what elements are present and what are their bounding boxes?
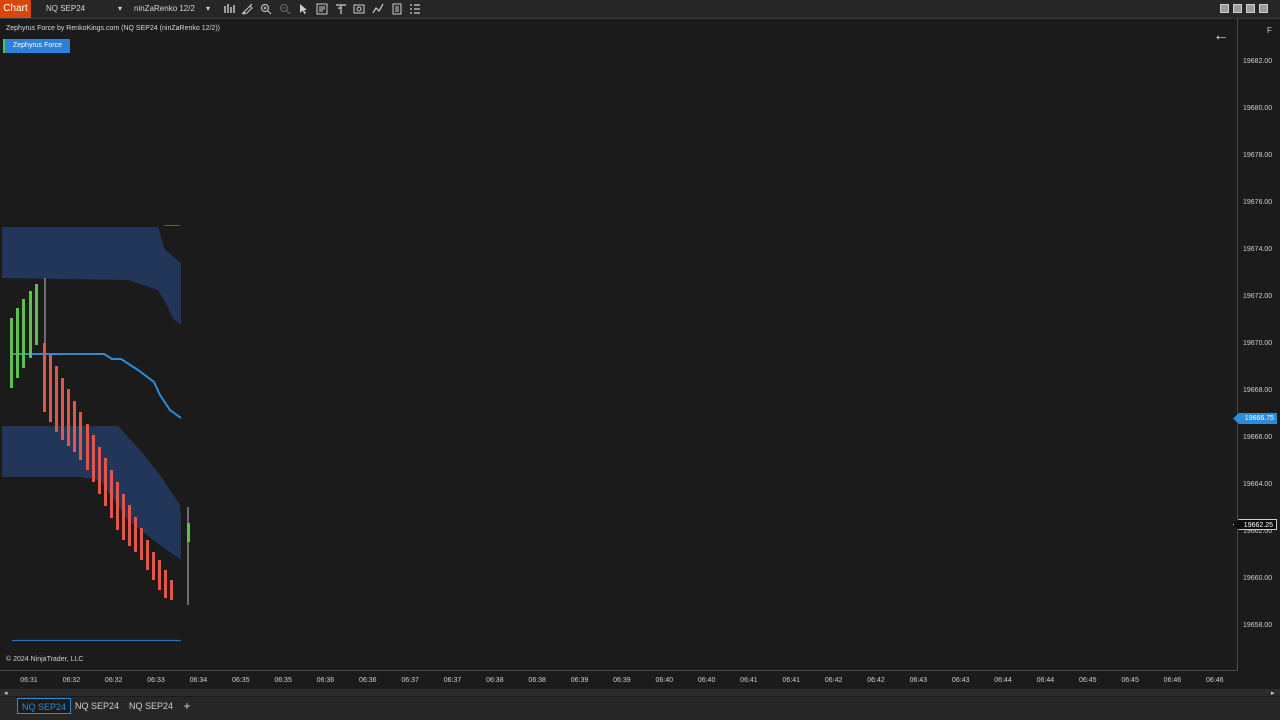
tab-nq-sep24[interactable]: NQ SEP24 — [125, 698, 177, 714]
down-bar — [128, 505, 131, 546]
down-bar — [134, 517, 137, 552]
down-bar — [110, 470, 113, 518]
price-tick-label: 19670.00 — [1243, 340, 1273, 347]
down-bar — [61, 378, 64, 440]
up-bar — [16, 308, 19, 378]
down-bar — [122, 494, 125, 540]
price-tick-label: 19682.00 — [1243, 58, 1273, 65]
up-bar — [187, 523, 190, 542]
copyright-text: © 2024 NinjaTrader, LLC — [6, 656, 84, 663]
down-bar — [158, 560, 161, 590]
time-tick-label: 06:32 — [62, 677, 81, 684]
price-tick-label: 19660.00 — [1243, 575, 1273, 582]
time-tick-label: 06:45 — [1121, 677, 1139, 684]
time-tick-label: 06:46 — [1163, 677, 1182, 684]
up-bar — [35, 284, 38, 345]
price-tick-label: 19680.00 — [1243, 105, 1273, 112]
time-tick-label: 06:43 — [909, 677, 928, 684]
scroll-left-icon[interactable]: ◂ — [4, 689, 8, 697]
f-label[interactable]: F — [1267, 26, 1272, 35]
close-icon[interactable] — [1259, 4, 1268, 13]
down-bar — [92, 435, 95, 482]
down-bar — [73, 401, 76, 452]
time-tick-label: 06:37 — [443, 677, 462, 684]
up-bar — [29, 291, 32, 358]
price-tick-label: 19658.00 — [1243, 622, 1273, 629]
price-tick-label: 19676.00 — [1243, 199, 1273, 206]
current-price-marker: 19666.75 — [1233, 413, 1277, 424]
down-bar — [140, 528, 143, 560]
upper-cloud — [2, 227, 181, 324]
price-tick-label: 19664.00 — [1243, 481, 1273, 488]
time-tick-label: 06:46 — [1206, 677, 1224, 684]
time-tick-label: 06:43 — [951, 677, 970, 684]
time-tick-label: 06:35 — [231, 677, 250, 684]
midline — [12, 353, 182, 419]
time-tick-label: 06:34 — [189, 677, 208, 684]
price-tick-label: 19668.00 — [1243, 387, 1273, 394]
down-bar — [116, 482, 119, 530]
up-bar — [22, 299, 25, 368]
down-bar — [170, 580, 173, 600]
time-tick-label: 06:31 — [20, 677, 38, 684]
tab-nq-sep24[interactable]: NQ SEP24 — [17, 698, 72, 714]
lower-cloud — [2, 426, 181, 560]
down-bar — [49, 355, 52, 422]
price-tick-label: 19678.00 — [1243, 152, 1273, 159]
time-tick-label: 06:44 — [1036, 677, 1055, 684]
time-tick-label: 06:38 — [528, 677, 546, 684]
time-tick-label: 06:36 — [359, 677, 377, 684]
price-plot[interactable] — [0, 0, 1238, 670]
time-tick-label: 06:42 — [824, 677, 843, 684]
horizontal-scrollbar[interactable] — [0, 689, 1280, 696]
up-bar — [10, 318, 13, 388]
price-tick-label: 19674.00 — [1243, 246, 1273, 253]
scroll-right-icon[interactable]: ▸ — [1271, 689, 1275, 697]
time-tick-label: 06:45 — [1078, 677, 1097, 684]
chart-header: Zephyrus Force by RenkoKings.com (NQ SEP… — [6, 25, 220, 32]
time-tick-label: 06:39 — [613, 677, 631, 684]
indicator-badge[interactable]: Zephyrus Force — [5, 39, 70, 53]
down-bar — [55, 366, 58, 432]
time-tick-label: 06:33 — [147, 677, 165, 684]
time-tick-label: 06:44 — [994, 677, 1012, 684]
time-tick-label: 06:37 — [401, 677, 419, 684]
price-tick-label: 19666.00 — [1243, 434, 1273, 441]
time-tick-label: 06:40 — [655, 677, 674, 684]
time-tick-label: 06:36 — [316, 677, 335, 684]
last-price-marker: 19662.25 — [1233, 519, 1277, 530]
time-tick-label: 06:41 — [740, 677, 758, 684]
down-bar — [146, 540, 149, 570]
price-tick-label: 19672.00 — [1243, 293, 1273, 300]
time-tick-label: 06:41 — [782, 677, 801, 684]
time-tick-label: 06:32 — [104, 677, 123, 684]
time-tick-label: 06:35 — [274, 677, 292, 684]
down-bar — [164, 570, 167, 598]
maximize-icon[interactable] — [1246, 4, 1255, 13]
down-bar — [86, 424, 89, 470]
down-bar — [98, 447, 101, 494]
down-bar — [79, 412, 82, 460]
time-tick-label: 06:39 — [570, 677, 589, 684]
down-bar — [152, 552, 155, 580]
down-bar — [104, 458, 107, 506]
time-tick-label: 06:38 — [486, 677, 504, 684]
down-bar — [67, 389, 70, 446]
time-tick-label: 06:42 — [867, 677, 885, 684]
time-tick-label: 06:40 — [697, 677, 716, 684]
tab-nq-sep24[interactable]: NQ SEP24 — [71, 698, 123, 714]
down-bar — [43, 343, 46, 412]
add-tab-button[interactable]: + — [180, 698, 194, 714]
back-arrow-icon[interactable]: ← — [1213, 28, 1229, 44]
